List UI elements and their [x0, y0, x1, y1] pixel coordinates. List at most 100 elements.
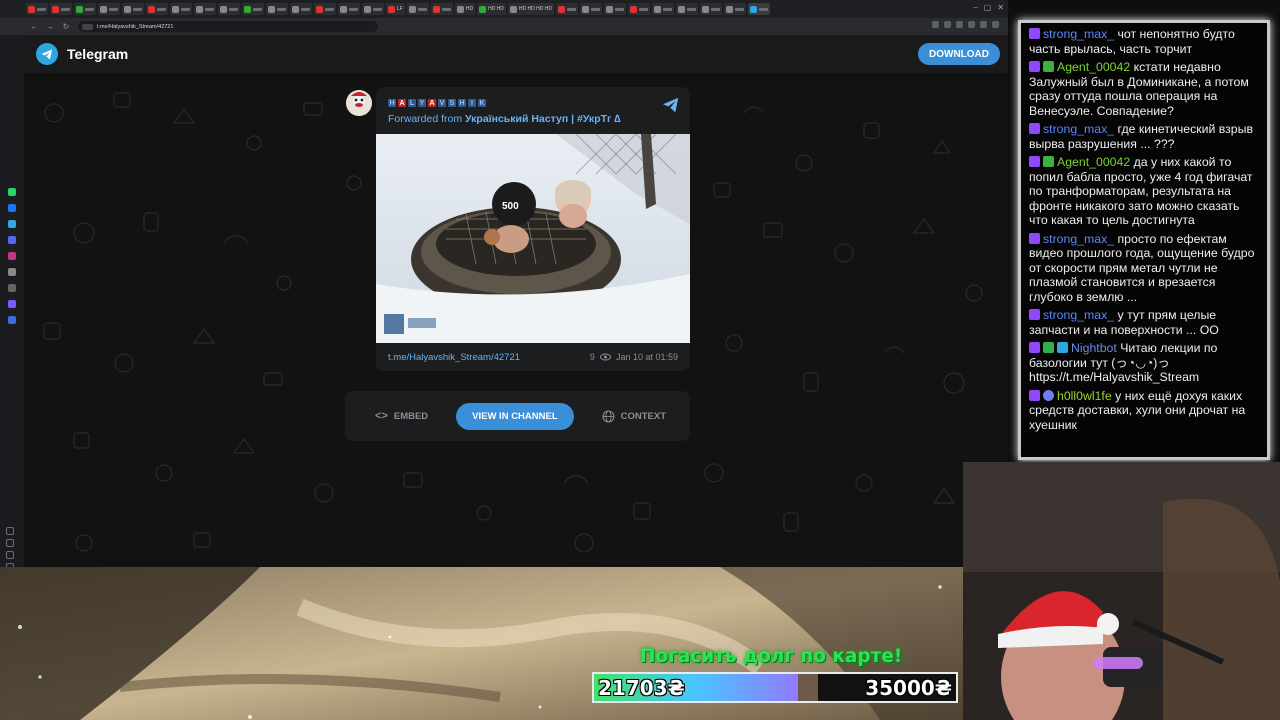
chat-messages: strong_max_ чот непонятно будто часть вр…: [1029, 27, 1261, 436]
browser-tab[interactable]: HD HD HD HD: [507, 3, 554, 15]
browser-tab[interactable]: [314, 3, 336, 15]
telegram-share-icon[interactable]: [662, 97, 680, 113]
post-link[interactable]: t.me/Halyavshik_Stream/42721: [388, 352, 520, 363]
post-photo[interactable]: 500: [376, 134, 690, 343]
chat-message: Agent_00042 да у них какой то попил бабл…: [1029, 155, 1261, 228]
bookmark-icon[interactable]: [6, 527, 14, 535]
globe-icon: [602, 409, 615, 423]
brand-name[interactable]: Telegram: [67, 46, 128, 62]
chat-message: Nightbot Читаю лекции по базологии тут (…: [1029, 341, 1261, 385]
chat-username[interactable]: Nightbot: [1071, 341, 1117, 355]
photo-badge: 500: [502, 201, 519, 212]
webcam-feed: [963, 462, 1280, 720]
close-icon[interactable]: ✕: [997, 3, 1004, 12]
telegram-logo-icon[interactable]: [36, 43, 58, 65]
browser-tab[interactable]: [26, 3, 48, 15]
context-button[interactable]: CONTEXT: [602, 409, 666, 423]
messenger-icon[interactable]: [8, 204, 16, 212]
app-icon[interactable]: [8, 284, 16, 292]
maximize-icon[interactable]: ▢: [984, 3, 992, 12]
browser-tab[interactable]: [98, 3, 120, 15]
browser-sidebar: [0, 35, 24, 583]
chat-username[interactable]: Agent_00042: [1057, 60, 1130, 74]
app-icon[interactable]: [8, 300, 16, 308]
browser-tab[interactable]: [50, 3, 72, 15]
whatsapp-icon[interactable]: [8, 188, 16, 196]
back-icon[interactable]: ←: [30, 22, 38, 31]
browser-tab[interactable]: [406, 3, 429, 15]
discord-icon[interactable]: [8, 236, 16, 244]
address-bar[interactable]: t.me/Halyavshik_Stream/42721: [78, 21, 378, 32]
forwarded-from: Forwarded from Український Наступ | #Укр…: [388, 113, 621, 125]
browser-tab[interactable]: [555, 3, 578, 15]
chat-username[interactable]: strong_max_: [1043, 308, 1114, 322]
chat-username[interactable]: h0ll0wl1fe: [1057, 389, 1112, 403]
x-icon[interactable]: [8, 268, 16, 276]
chat-message: strong_max_ у тут прям целые запчасти и …: [1029, 308, 1261, 337]
browser-tab[interactable]: [242, 3, 264, 15]
chat-message: strong_max_ просто по ефектам видео прош…: [1029, 232, 1261, 305]
browser-tab[interactable]: [74, 3, 96, 15]
browser-tab[interactable]: [266, 3, 288, 15]
twitch-badge-icon: [1029, 156, 1040, 167]
embed-label: EMBED: [393, 410, 429, 422]
browser-tab[interactable]: [194, 3, 216, 15]
extension-icon[interactable]: [944, 21, 951, 28]
browser-tab[interactable]: [723, 3, 746, 15]
donation-goal-title: Погасить долг по карте!: [640, 646, 903, 667]
donation-goal-bar: 21703₴ 35000₴: [592, 672, 958, 703]
browser-tab[interactable]: HD: [454, 3, 476, 15]
history-icon[interactable]: [6, 539, 14, 547]
channel-name-letter: V: [438, 99, 446, 107]
extension-icon[interactable]: [980, 21, 987, 28]
extension-icon[interactable]: [956, 21, 963, 28]
site-info-icon[interactable]: [82, 23, 93, 30]
browser-tab[interactable]: [218, 3, 240, 15]
extension-icon[interactable]: [992, 21, 999, 28]
embed-button[interactable]: <> EMBED: [375, 410, 428, 422]
browser-tab[interactable]: [338, 3, 360, 15]
channel-name-letter: A: [428, 99, 436, 107]
browser-tab[interactable]: [362, 3, 384, 15]
chat-username[interactable]: strong_max_: [1043, 232, 1114, 246]
chat-message: strong_max_ чот непонятно будто часть вр…: [1029, 27, 1261, 56]
chat-message: h0ll0wl1fe у них ещё дохуя каких средств…: [1029, 389, 1261, 433]
chat-username[interactable]: Agent_00042: [1057, 155, 1130, 169]
telegram-icon[interactable]: [8, 220, 16, 228]
minimize-icon[interactable]: –: [973, 3, 977, 12]
stream-chat: strong_max_ чот непонятно будто часть вр…: [1018, 20, 1270, 460]
reload-icon[interactable]: ↻: [62, 22, 70, 31]
browser-tab[interactable]: [170, 3, 192, 15]
extension-icon[interactable]: [932, 21, 939, 28]
chat-username[interactable]: strong_max_: [1043, 27, 1114, 41]
browser-tab[interactable]: [651, 3, 674, 15]
browser-tab[interactable]: [603, 3, 626, 15]
view-in-channel-button[interactable]: VIEW IN CHANNEL: [456, 402, 574, 430]
browser-tab[interactable]: [675, 3, 698, 15]
browser-tab[interactable]: [146, 3, 168, 15]
download-button[interactable]: DOWNLOAD: [918, 43, 1000, 65]
post-date: Jan 10 at 01:59: [615, 352, 678, 362]
browser-tab-active[interactable]: [747, 3, 770, 15]
forward-icon[interactable]: →: [46, 22, 54, 31]
extension-icon[interactable]: [968, 21, 975, 28]
browser-tab[interactable]: [430, 3, 453, 15]
browser-tab[interactable]: LF: [386, 3, 405, 15]
post-meta: 9 Jan 10 at 01:59: [590, 352, 678, 362]
app-icon[interactable]: [8, 316, 16, 324]
browser-tab[interactable]: HD HD: [477, 3, 506, 15]
browser-tab[interactable]: [627, 3, 650, 15]
forwarded-channel-link[interactable]: Український Наступ | #УкрТг ∆: [465, 113, 621, 125]
browser-tab[interactable]: [122, 3, 144, 15]
browser-tab[interactable]: [699, 3, 722, 15]
instagram-icon[interactable]: [8, 252, 16, 260]
channel-name-letter: K: [478, 99, 486, 107]
post-actions: <> EMBED VIEW IN CHANNEL CONTEXT: [345, 391, 690, 441]
browser-tab[interactable]: [579, 3, 602, 15]
channel-avatar[interactable]: [346, 90, 372, 116]
browser-tab[interactable]: [290, 3, 312, 15]
channel-name[interactable]: H A L Y A V S H I K: [388, 99, 486, 107]
chat-username[interactable]: strong_max_: [1043, 122, 1114, 136]
forwarded-prefix: Forwarded from: [388, 113, 463, 125]
downloads-icon[interactable]: [6, 551, 14, 559]
